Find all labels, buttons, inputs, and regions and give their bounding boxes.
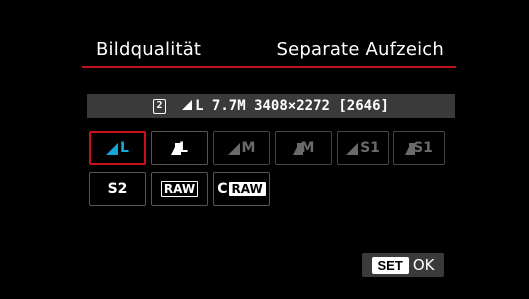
quality-option-label: M <box>241 140 256 156</box>
craw-prefix: C <box>217 181 228 197</box>
fine-triangle-icon <box>227 142 240 155</box>
quality-option-label: M <box>300 140 315 156</box>
quality-info-bar: 2 L 7.7M 3408×2272 [2646] <box>87 94 455 118</box>
page-title: Bildqualität <box>96 39 202 60</box>
normal-step-icon <box>405 142 416 155</box>
header-divider <box>82 66 456 68</box>
quality-option-craw[interactable]: C RAW <box>213 172 270 206</box>
craw-label: RAW <box>228 182 266 196</box>
fine-triangle-icon <box>106 142 119 155</box>
quality-option-raw[interactable]: RAW <box>151 172 208 206</box>
page-subtitle: Separate Aufzeich <box>276 39 444 60</box>
set-ok-button[interactable]: SET OK <box>362 253 444 277</box>
quality-option-label: S1 <box>413 140 433 156</box>
card-slot-number: 2 <box>156 100 163 111</box>
quality-option-label: S1 <box>360 140 380 156</box>
quality-option-medium-normal[interactable]: M <box>275 131 332 165</box>
quality-option-label: S2 <box>107 181 128 197</box>
quality-option-small1-normal[interactable]: S1 <box>393 131 445 165</box>
set-button-icon: SET <box>371 256 409 274</box>
raw-label: RAW <box>160 181 199 197</box>
normal-step-icon <box>171 142 182 155</box>
card-slot-icon: 2 <box>153 98 167 114</box>
ok-label: OK <box>412 256 435 274</box>
quality-option-label: L <box>120 140 129 156</box>
camera-menu-screen: Bildqualität Separate Aufzeich 2 L 7.7M … <box>0 0 529 299</box>
normal-step-icon <box>292 142 303 155</box>
fine-triangle-icon <box>346 142 359 155</box>
quality-option-s2[interactable]: S2 <box>89 172 146 206</box>
quality-option-medium-fine[interactable]: M <box>213 131 270 165</box>
quality-option-large-fine[interactable]: L <box>89 131 146 165</box>
quality-info-text: L 7.7M 3408×2272 [2646] <box>195 98 389 114</box>
quality-option-small1-fine[interactable]: S1 <box>337 131 389 165</box>
fine-triangle-icon <box>182 100 193 110</box>
quality-option-large-normal[interactable]: L <box>151 131 208 165</box>
menu-header: Bildqualität Separate Aufzeich <box>82 30 456 68</box>
